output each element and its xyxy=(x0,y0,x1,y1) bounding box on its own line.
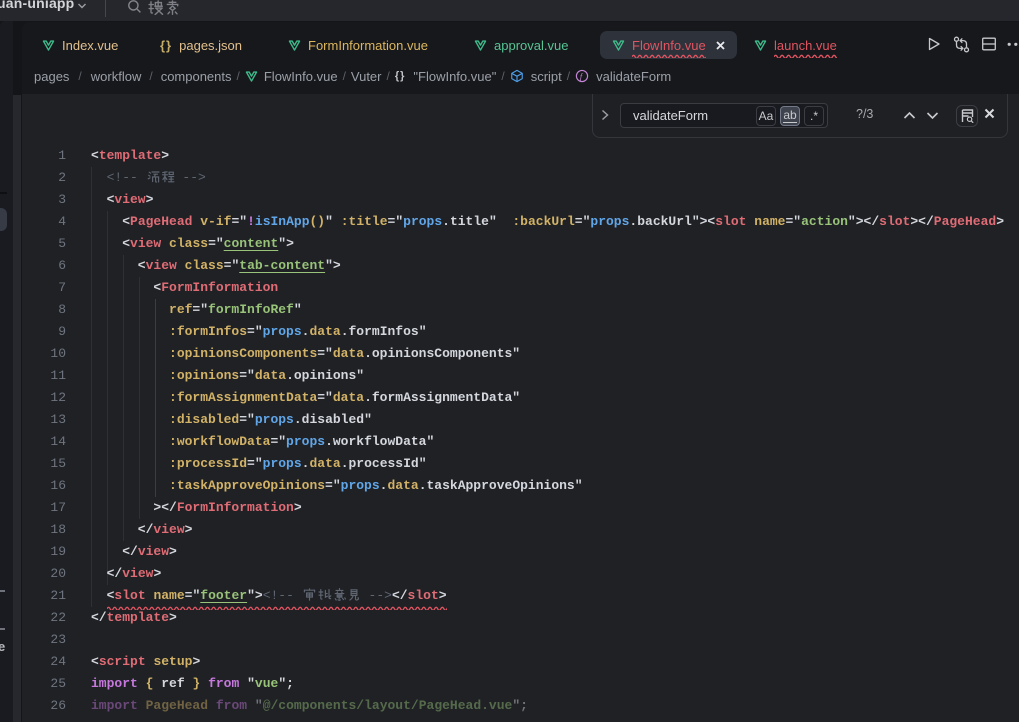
svg-text:f: f xyxy=(580,72,584,81)
